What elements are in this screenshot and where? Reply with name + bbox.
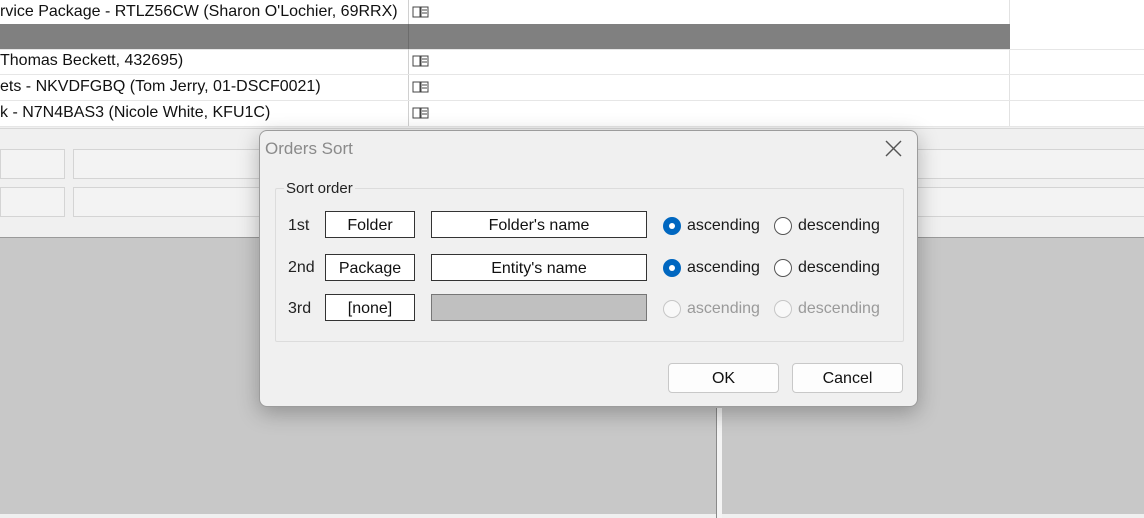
toolbar-field[interactable] [0, 149, 65, 179]
toolbar-field[interactable] [916, 187, 1144, 217]
toolbar-field[interactable] [0, 187, 65, 217]
order-list: rvice Package - RTLZ56CW (Sharon O'Lochi… [0, 0, 1144, 127]
list-item[interactable]: Thomas Beckett, 432695) [0, 49, 1144, 75]
radio-label: ascending [687, 217, 760, 234]
sort-ordinal: 3rd [288, 300, 312, 317]
radio-dot [663, 300, 681, 318]
sort-field-select-2[interactable]: Package [325, 254, 415, 281]
sort-ordinal: 1st [288, 217, 310, 234]
splitter-handle[interactable] [716, 408, 722, 518]
package-icon [412, 6, 429, 18]
list-item-label: ets - NKVDFGBQ (Tom Jerry, 01-DSCF0021) [0, 75, 409, 100]
descending-radio-1[interactable]: descending [774, 217, 880, 235]
group-label: Sort order [284, 180, 355, 197]
radio-dot [774, 217, 792, 235]
list-item-label: rvice Package - RTLZ56CW (Sharon O'Lochi… [0, 0, 409, 25]
radio-dot [663, 259, 681, 277]
radio-label: descending [798, 217, 880, 234]
sort-name-select-1[interactable]: Folder's name [431, 211, 647, 238]
list-item[interactable]: k - N7N4BAS3 (Nicole White, KFU1C) [0, 101, 1144, 127]
sort-ordinal: 2nd [288, 259, 315, 276]
toolbar-field[interactable] [73, 187, 263, 217]
column-divider [1009, 101, 1010, 126]
column-divider [1009, 0, 1010, 25]
ok-button[interactable]: OK [668, 363, 779, 393]
radio-label: descending [798, 300, 880, 317]
descending-radio-3: descending [774, 300, 880, 318]
close-button[interactable] [878, 137, 908, 161]
radio-dot [663, 217, 681, 235]
radio-label: ascending [687, 300, 760, 317]
sort-field-select-3[interactable]: [none] [325, 294, 415, 321]
descending-radio-2[interactable]: descending [774, 259, 880, 277]
package-icon [412, 81, 429, 93]
list-item-label [0, 24, 409, 49]
radio-label: descending [798, 259, 880, 276]
toolbar-field[interactable] [73, 149, 263, 179]
list-item-label: Thomas Beckett, 432695) [0, 49, 409, 74]
column-divider [1009, 75, 1010, 100]
column-divider [1009, 49, 1010, 74]
list-item[interactable]: rvice Package - RTLZ56CW (Sharon O'Lochi… [0, 0, 1144, 26]
cancel-button[interactable]: Cancel [792, 363, 903, 393]
ascending-radio-2[interactable]: ascending [663, 259, 760, 277]
sort-field-select-1[interactable]: Folder [325, 211, 415, 238]
radio-dot [774, 300, 792, 318]
list-item-label: k - N7N4BAS3 (Nicole White, KFU1C) [0, 101, 409, 126]
sort-name-select-2[interactable]: Entity's name [431, 254, 647, 281]
list-item-selected[interactable] [0, 24, 1144, 50]
radio-dot [774, 259, 792, 277]
orders-sort-dialog: Orders Sort Sort order 1st Folder Folder… [259, 130, 918, 407]
sort-name-select-3 [431, 294, 647, 321]
package-icon [412, 55, 429, 67]
radio-label: ascending [687, 259, 760, 276]
list-item[interactable]: ets - NKVDFGBQ (Tom Jerry, 01-DSCF0021) [0, 75, 1144, 101]
ascending-radio-1[interactable]: ascending [663, 217, 760, 235]
ascending-radio-3: ascending [663, 300, 760, 318]
package-icon [412, 107, 429, 119]
row-blank-area [1010, 24, 1144, 49]
dialog-title: Orders Sort [265, 139, 353, 158]
close-icon [885, 140, 902, 157]
toolbar-field[interactable] [916, 149, 1144, 179]
